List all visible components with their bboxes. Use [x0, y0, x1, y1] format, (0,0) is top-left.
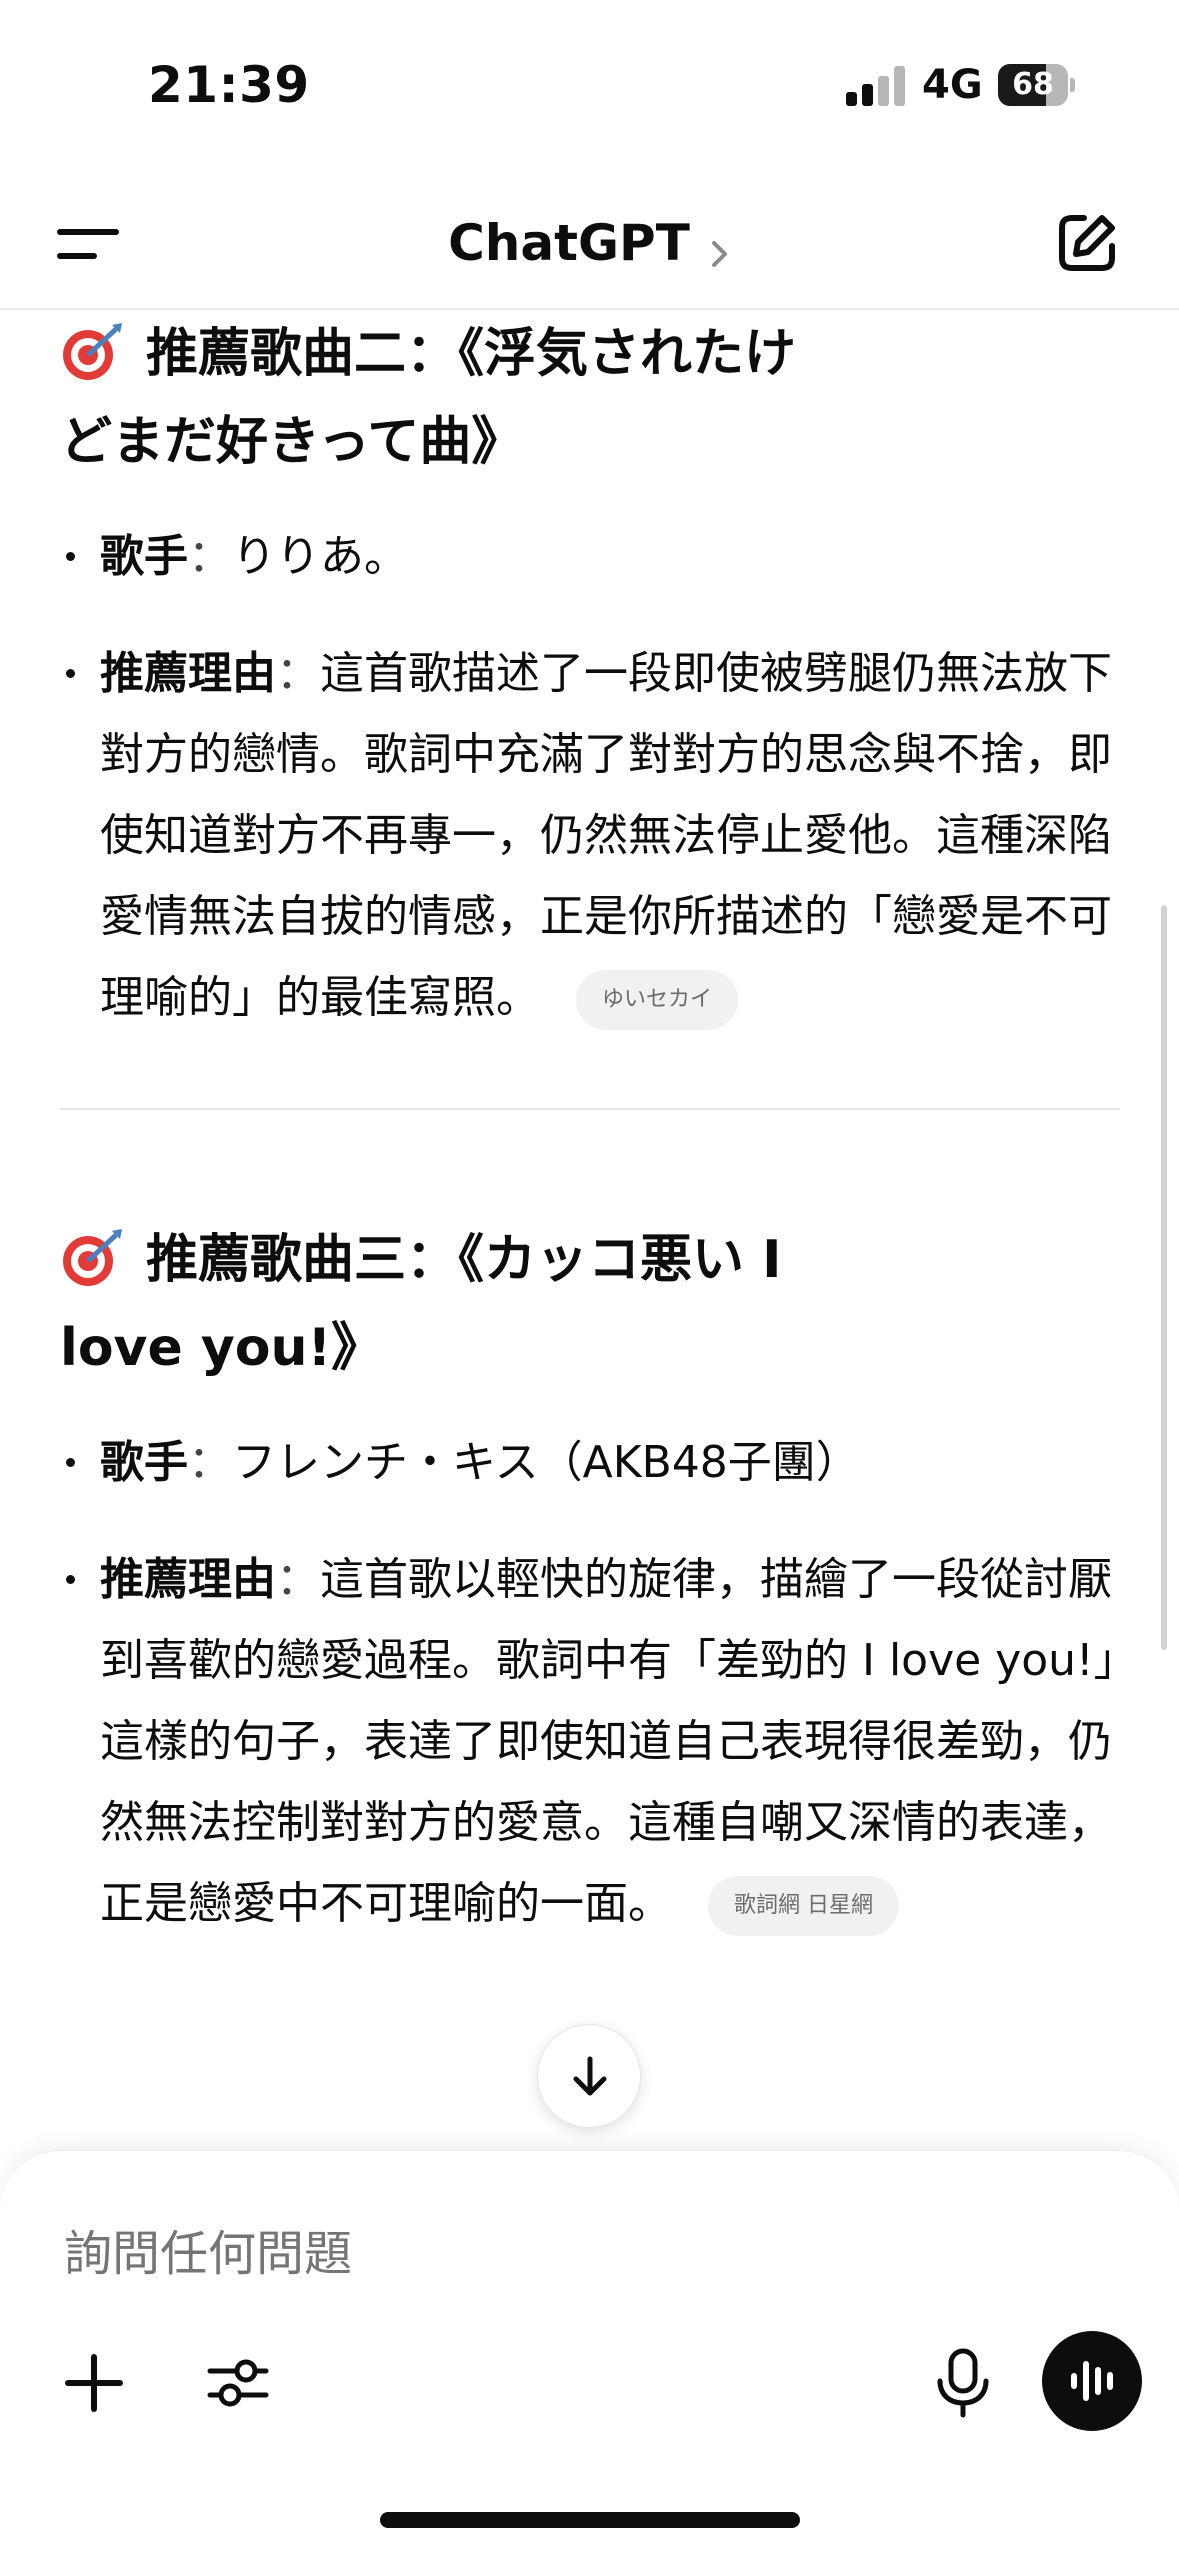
song-heading: 推薦歌曲三：《カッコ悪い I love you!》 [60, 1216, 820, 1392]
arrow-down-icon [573, 2056, 607, 2096]
singer-label: 歌手 [100, 531, 188, 582]
reason-text: 這首歌描述了一段即使被劈腿仍無法放下對方的戀情。歌詞中充滿了對對方的思念與不捨，… [100, 648, 1112, 1023]
song-heading: 推薦歌曲二：《浮気されたけどまだ好きって曲》 [60, 310, 820, 486]
new-chat-icon [1059, 215, 1115, 271]
citation-chip[interactable]: 歌詞網 日星網 [708, 1876, 899, 1936]
new-chat-button[interactable] [1054, 210, 1120, 276]
model-selector[interactable]: ChatGPT [0, 214, 1179, 275]
message-composer [0, 2150, 1179, 2556]
sliders-icon [207, 2359, 269, 2407]
chat-content: 推薦歌曲二：《浮気されたけどまだ好きって曲》 歌手：りりあ。 推薦理由：這首歌描… [60, 310, 1120, 2160]
dictation-button[interactable] [932, 2347, 994, 2419]
chatgpt-screen: 21:39 4G 68 ChatGPT 推薦歌曲二：《浮気されたけどまだ好きって… [0, 0, 1179, 2556]
song-heading-text: 推薦歌曲二：《浮気されたけどまだ好きって曲》 [60, 324, 797, 472]
status-time: 21:39 [148, 56, 310, 114]
singer-value: フレンチ・キス（AKB48子團） [232, 1437, 860, 1488]
chat-header: ChatGPT [0, 180, 1179, 310]
citation-chip[interactable]: ゆいセカイ [576, 970, 739, 1030]
song-heading-text: 推薦歌曲三：《カッコ悪い I love you!》 [60, 1230, 782, 1378]
singer-item: 歌手：りりあ。 [60, 516, 1120, 597]
singer-value: りりあ。 [232, 531, 408, 582]
song-details: 歌手：りりあ。 推薦理由：這首歌描述了一段即使被劈腿仍無法放下對方的戀情。歌詞中… [60, 516, 1120, 1038]
microphone-icon [937, 2348, 989, 2418]
reason-text: 這首歌以輕快的旋律，描繪了一段從討厭到喜歡的戀愛過程。歌詞中有「差勁的 I lo… [100, 1554, 1116, 1929]
reason-label: 推薦理由 [100, 1554, 276, 1605]
singer-label: 歌手 [100, 1437, 188, 1488]
voice-mode-button[interactable] [1042, 2331, 1142, 2431]
dart-target-icon [60, 1226, 126, 1286]
status-bar: 21:39 4G 68 [0, 0, 1179, 150]
section-divider [60, 1108, 1120, 1110]
singer-item: 歌手：フレンチ・キス（AKB48子團） [60, 1422, 1120, 1503]
voice-waveform-icon [1071, 2361, 1113, 2401]
song-details: 歌手：フレンチ・キス（AKB48子團） 推薦理由：這首歌以輕快的旋律，描繪了一段… [60, 1422, 1120, 1944]
header-title: ChatGPT [448, 214, 690, 272]
tools-button[interactable] [206, 2351, 270, 2415]
reason-label: 推薦理由 [100, 648, 276, 699]
battery-percent: 68 [1012, 67, 1054, 102]
reason-item: 推薦理由：這首歌以輕快的旋律，描繪了一段從討厭到喜歡的戀愛過程。歌詞中有「差勁的… [60, 1539, 1120, 1944]
plus-icon [65, 2354, 123, 2412]
dart-target-icon [60, 320, 126, 380]
network-type: 4G [922, 62, 983, 108]
attach-button[interactable] [62, 2351, 126, 2415]
song-section: 推薦歌曲二：《浮気されたけどまだ好きって曲》 歌手：りりあ。 推薦理由：這首歌描… [60, 310, 1120, 1038]
cellular-signal-icon [846, 66, 906, 106]
home-indicator[interactable] [380, 2512, 800, 2528]
battery-icon: 68 [998, 64, 1075, 106]
chevron-right-icon [709, 237, 731, 275]
song-section: 推薦歌曲三：《カッコ悪い I love you!》 歌手：フレンチ・キス（AKB… [60, 1216, 1120, 1944]
scrollbar[interactable] [1161, 905, 1167, 1650]
reason-item: 推薦理由：這首歌描述了一段即使被劈腿仍無法放下對方的戀情。歌詞中充滿了對對方的思… [60, 633, 1120, 1038]
message-input[interactable] [64, 2219, 964, 2289]
scroll-to-bottom-button[interactable] [537, 2024, 641, 2128]
